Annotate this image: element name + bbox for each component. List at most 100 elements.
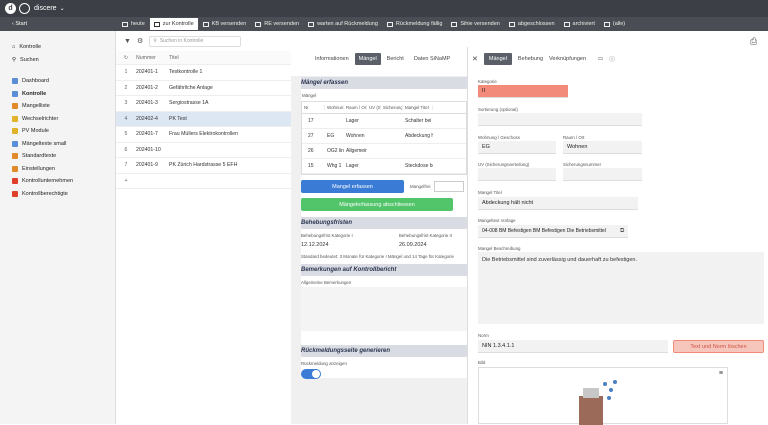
table-cell: 202401-7	[136, 131, 158, 138]
tab-sihie[interactable]: Sihie versenden	[447, 18, 503, 30]
sidebar-item[interactable]: Kontrollunternehmen	[0, 175, 115, 188]
table-cell: 4	[124, 115, 128, 122]
maengel-row[interactable]: 17 Lager Schalter bei St	[302, 114, 466, 129]
list-header: ↻ Nummer Titel	[116, 51, 291, 65]
tab-archiviert[interactable]: archiviert	[560, 18, 599, 30]
bild-container[interactable]: ≡	[478, 367, 728, 425]
sidebar-item-kontrolle-home[interactable]: ⌂ Kontrolle	[0, 41, 115, 54]
rueckmeldung-toggle[interactable]	[301, 369, 321, 379]
tab-zur-kontrolle[interactable]: zur Kontrolle	[149, 18, 198, 30]
table-cell: EG	[327, 133, 335, 139]
mangel-erfassen-button[interactable]: Mangel erfassen	[301, 180, 404, 193]
rueckmeldung-label: Rückmeldung anzeigen	[301, 361, 347, 366]
sidebar-item[interactable]: Dashboard	[0, 75, 115, 88]
maengel-row[interactable]: 26 OG2 linksAllgemein	[302, 144, 466, 159]
vorlage-field[interactable]: 04-008 BM Befestigen BM Befestigen Die B…	[478, 225, 628, 238]
list-toolbar: ▼ ⚙ ⚲ Suchen in Kontrolle	[116, 31, 291, 51]
tab-re-versenden[interactable]: RE versenden	[251, 18, 303, 30]
tab-mangel[interactable]: Mängel	[483, 53, 512, 65]
table-row[interactable]: 5 202401-7 Frau Müllers Elektrokontrollen	[116, 127, 291, 143]
header-titel[interactable]: Titel	[169, 55, 291, 61]
sidebar-label: Wechselrichter	[22, 115, 59, 122]
comment-icon[interactable]: ▭	[598, 56, 603, 62]
menu-item-icon	[12, 103, 18, 110]
info-icon[interactable]: ⓘ	[609, 55, 615, 63]
titel-field[interactable]: Abdeckung hält nicht	[478, 197, 638, 210]
uv-field[interactable]	[478, 168, 556, 181]
menu-item-icon	[12, 178, 18, 185]
column-header[interactable]: Raum / Ort	[344, 105, 367, 110]
tab-daten-sinamp[interactable]: Daten SiNaMP	[410, 53, 454, 65]
sidebar-item-suchen[interactable]: ⚲ Suchen	[0, 54, 115, 67]
sidebar-item[interactable]: Mängeltexte small	[0, 138, 115, 151]
column-header[interactable]: Wohnung	[325, 105, 344, 110]
menu-icon[interactable]: ≡	[719, 370, 723, 377]
column-header[interactable]: Nr	[302, 105, 325, 110]
column-header[interactable]: UV (Sich...	[367, 105, 381, 110]
search-input[interactable]: ⚲ Suchen in Kontrolle	[149, 35, 242, 47]
sidebar-item[interactable]: PV Module	[0, 125, 115, 138]
tab-kb-versenden[interactable]: KB versenden	[199, 18, 251, 30]
start-tab[interactable]: ‹ Start	[0, 21, 118, 27]
tab-informationen[interactable]: Informationen	[311, 53, 353, 65]
sidebar-item[interactable]: Standardtexte	[0, 150, 115, 163]
refresh-icon[interactable]: ↻	[116, 55, 136, 61]
close-icon[interactable]: ✕	[472, 55, 478, 63]
maengel-row[interactable]: 15 Whg 1 Lager Steckdose bei	[302, 159, 466, 174]
sidebar-item[interactable]: Wechselrichter	[0, 113, 115, 126]
bemerkungen-field[interactable]	[301, 287, 467, 331]
kategorie-select[interactable]: II	[478, 85, 568, 98]
wohnung-field[interactable]: EG	[478, 141, 556, 154]
tab-warten[interactable]: warten auf Rückmeldung	[304, 18, 382, 30]
frist1-value[interactable]: 12.12.2024	[301, 242, 399, 248]
table-cell: Schalter bei St	[405, 118, 433, 124]
app-name[interactable]: discere	[34, 5, 57, 12]
table-row[interactable]: 2 202401-2 Gefährliche Anlage	[116, 81, 291, 96]
maengel-row[interactable]: 27 EG Wohnen Abdeckung hält	[302, 129, 466, 144]
top-bar: d discere ⌄	[0, 0, 768, 17]
add-icon[interactable]: +	[116, 178, 136, 184]
norm-field[interactable]: NIN 1.3.4.1.1	[478, 340, 668, 353]
column-header[interactable]: Sicherung	[381, 105, 403, 110]
filter-icon[interactable]: ▼	[124, 38, 131, 45]
table-row[interactable]: 6 202401-10	[116, 143, 291, 158]
table-row[interactable]: 7 202401-9 PK Zürich Hardstrasse 5 EFH	[116, 158, 291, 174]
raum-label: Raum / Ort	[563, 135, 585, 140]
table-row[interactable]: 4 202402-4 PK Test	[116, 111, 291, 127]
sortierung-field[interactable]	[478, 113, 642, 126]
table-icon	[122, 21, 128, 27]
tab-verknuepfungen[interactable]: Verknüpfungen	[549, 56, 586, 62]
gear-icon[interactable]: ⚙	[137, 37, 143, 45]
add-row[interactable]: +	[116, 174, 291, 189]
table-row[interactable]: 3 202401-3 Sergiostrasse 1A	[116, 96, 291, 112]
sidebar-item[interactable]: Einstellungen	[0, 163, 115, 176]
tab-bericht[interactable]: Bericht	[383, 53, 408, 65]
frist2-value[interactable]: 26.09.2024	[399, 242, 452, 248]
table-row[interactable]: 1 202401-1 Testkontrolle 1	[116, 65, 291, 81]
beschreibung-field[interactable]: Die Betriebsmittel sind zuverlässig und …	[478, 252, 764, 324]
tab-rueckmeldung[interactable]: Rückmeldung fällig	[383, 18, 446, 30]
text-norm-loeschen-button[interactable]: Text und Norm löschen	[673, 340, 764, 353]
standard-text: Standard bedeutet: 3 Monate für Kategori…	[301, 254, 454, 259]
table-cell: Steckdose bei	[405, 163, 433, 169]
sidebar-item[interactable]: Mangelliste	[0, 100, 115, 113]
table-cell: 15	[308, 163, 314, 169]
tab-behebung[interactable]: Behebung	[518, 56, 543, 62]
tab-abgeschlossen[interactable]: abgeschlossen	[505, 18, 559, 30]
menu-item-icon	[12, 153, 18, 160]
tab-maengel[interactable]: Mängel	[354, 52, 381, 65]
column-header[interactable]: Mangel Titel	[403, 105, 433, 110]
copy-icon[interactable]: ⧉	[620, 228, 624, 235]
tab-heute[interactable]: heute	[118, 18, 149, 30]
header-nummer[interactable]: Nummer	[136, 55, 169, 61]
mangelfrei-field[interactable]	[433, 181, 464, 192]
sidebar-item[interactable]: Kontrollberechtigte	[0, 188, 115, 201]
sicherung-field[interactable]	[563, 168, 642, 181]
raum-field[interactable]: Wohnen	[563, 141, 642, 154]
print-icon[interactable]: ⎙	[750, 36, 757, 47]
chevron-down-icon[interactable]: ⌄	[60, 5, 65, 12]
table-cell: 202401-2	[136, 84, 158, 91]
tab-alle[interactable]: (alle)	[600, 18, 629, 30]
abschliessen-button[interactable]: Mängelerfassung abschliessen	[301, 198, 453, 211]
sidebar-item[interactable]: Kontrolle	[0, 88, 115, 101]
